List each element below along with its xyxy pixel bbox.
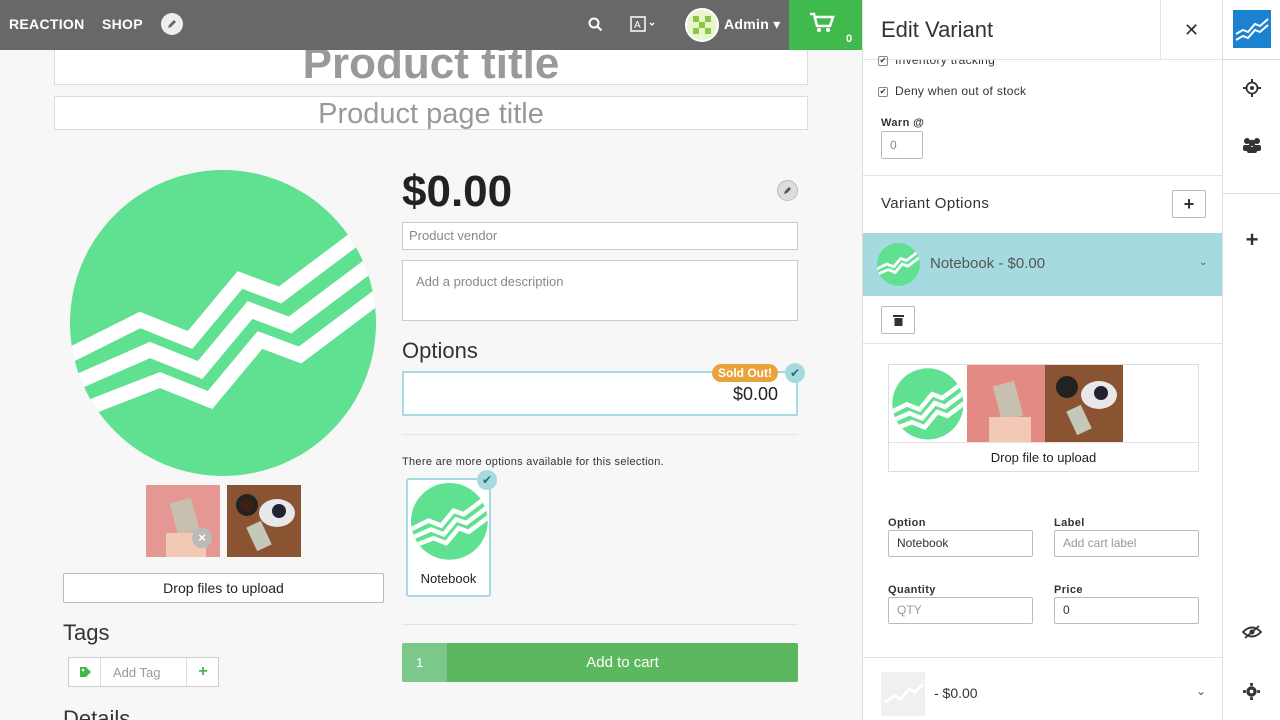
variant-media-drop-zone[interactable]: Drop file to upload <box>889 450 1198 465</box>
close-panel-button[interactable]: ✕ <box>1160 0 1222 60</box>
edit-variant-panel: Edit Variant ✕ ✔ Inventory tracking ✔ De… <box>862 0 1222 720</box>
product-vendor-input[interactable]: Product vendor <box>402 222 798 250</box>
panel-header: Edit Variant ✕ <box>863 0 1222 60</box>
chevron-down-icon: ⌄ <box>1199 257 1208 268</box>
hide-preview-eye-icon[interactable] <box>1242 625 1262 639</box>
users-icon[interactable] <box>1242 137 1262 153</box>
product-title-input[interactable]: Product title <box>54 50 808 85</box>
deny-out-of-stock-label: Deny when out of stock <box>895 84 1027 98</box>
product-page-title-input[interactable]: Product page title <box>54 96 808 130</box>
pencil-icon <box>168 20 176 28</box>
coffee-notebook-photo <box>227 485 301 557</box>
divider <box>402 434 798 435</box>
tag-input-group: Add Tag + <box>68 657 219 687</box>
add-tag-input[interactable]: Add Tag <box>113 665 160 680</box>
edit-mode-toggle[interactable] <box>161 13 183 35</box>
language-icon[interactable]: A <box>630 15 656 33</box>
edit-price-button[interactable] <box>777 180 798 201</box>
product-main-image <box>70 170 376 476</box>
variant-thumbnail <box>877 243 920 286</box>
settings-gear-icon[interactable] <box>1243 79 1261 97</box>
dashboard-settings-gear-icon[interactable] <box>1243 683 1260 700</box>
option-field-input[interactable]: Notebook <box>888 530 1033 557</box>
delete-variant-button[interactable] <box>881 306 915 334</box>
price-field-input[interactable]: 0 <box>1054 597 1199 624</box>
options-heading: Options <box>402 338 478 363</box>
drop-files-upload-button[interactable]: Drop files to upload <box>63 573 384 603</box>
warn-threshold-input[interactable]: 0 <box>881 131 923 159</box>
variant-option-row-notebook[interactable]: Notebook - $0.00 ⌄ <box>863 233 1222 296</box>
price-field-label: Price <box>1054 584 1083 596</box>
divider <box>863 175 1222 176</box>
check-icon: ✔ <box>785 363 805 383</box>
remove-image-icon[interactable]: × <box>192 528 212 548</box>
pencil-icon <box>784 187 791 194</box>
variant-option-row-2[interactable]: - $0.00 ⌄ <box>863 657 1222 720</box>
nav-reaction-link[interactable]: REACTION <box>9 16 85 32</box>
sold-out-badge: Sold Out! <box>712 364 778 382</box>
divider <box>889 442 1198 443</box>
add-product-icon[interactable]: + <box>1223 227 1280 253</box>
variant-media-photo-2[interactable] <box>1045 365 1123 443</box>
user-menu[interactable]: Admin ▾ <box>724 16 781 33</box>
search-icon[interactable] <box>588 17 603 32</box>
cart-icon <box>810 12 835 32</box>
notebook-hand-photo <box>146 485 220 557</box>
warn-label: Warn @ <box>881 117 925 129</box>
avatar-pattern-icon <box>693 16 711 34</box>
variant-option-row-label: Notebook - $0.00 <box>930 255 1046 272</box>
chevron-down-icon: ⌄ <box>1196 684 1207 698</box>
variant-options-heading: Variant Options <box>881 195 990 212</box>
divider <box>402 624 798 625</box>
reaction-logo-icon[interactable] <box>1233 10 1271 48</box>
tag-icon <box>69 658 101 686</box>
product-price: $0.00 <box>402 167 513 216</box>
add-variant-option-button[interactable]: + <box>1172 190 1206 218</box>
divider <box>863 343 1222 344</box>
quantity-input[interactable]: 1 <box>402 643 447 682</box>
option-card-notebook[interactable]: Notebook <box>406 478 491 597</box>
variant-media-logo[interactable] <box>889 365 967 443</box>
avatar[interactable] <box>685 8 719 42</box>
variant-option-row-2-label: - $0.00 <box>934 685 978 701</box>
notebook-logo-image <box>411 483 488 560</box>
deny-out-of-stock-checkbox[interactable]: ✔ <box>878 87 888 97</box>
product-description-textarea[interactable]: Add a product description <box>402 260 798 321</box>
quantity-field-label: Quantity <box>888 584 936 596</box>
inventory-tracking-checkbox[interactable]: ✔ <box>878 56 888 66</box>
quantity-field-input[interactable]: QTY <box>888 597 1033 624</box>
option-card-label: Notebook <box>420 571 477 586</box>
trash-icon <box>893 315 904 326</box>
user-name: Admin <box>724 16 770 32</box>
nav-shop-link[interactable]: SHOP <box>102 16 143 32</box>
admin-icon-rail: + <box>1222 0 1280 720</box>
cart-count-badge: 0 <box>846 33 853 45</box>
divider <box>1223 193 1280 194</box>
add-to-cart-button[interactable]: Add to cart <box>447 643 798 682</box>
details-heading: Details <box>63 706 131 720</box>
label-field-input[interactable]: Add cart label <box>1054 530 1199 557</box>
variant-placeholder-thumbnail <box>881 672 925 716</box>
add-tag-button[interactable]: + <box>186 658 219 686</box>
product-thumbnail-1[interactable]: × <box>146 485 220 557</box>
label-field-label: Label <box>1054 517 1085 529</box>
panel-title: Edit Variant <box>881 17 994 42</box>
top-navbar: REACTION SHOP A Admin ▾ 0 <box>0 0 862 50</box>
check-icon: ✔ <box>477 470 497 490</box>
variant-media-gallery: Drop file to upload <box>888 364 1199 472</box>
divider <box>1223 59 1280 60</box>
more-options-notice: There are more options available for thi… <box>402 456 665 468</box>
tags-heading: Tags <box>63 620 110 645</box>
variant-media-photo-1[interactable] <box>967 365 1045 443</box>
product-thumbnail-2[interactable] <box>227 485 301 557</box>
option-field-label: Option <box>888 517 926 529</box>
svg-text:A: A <box>634 20 641 31</box>
product-detail-area: Product title Product page title × Drop … <box>0 50 862 720</box>
